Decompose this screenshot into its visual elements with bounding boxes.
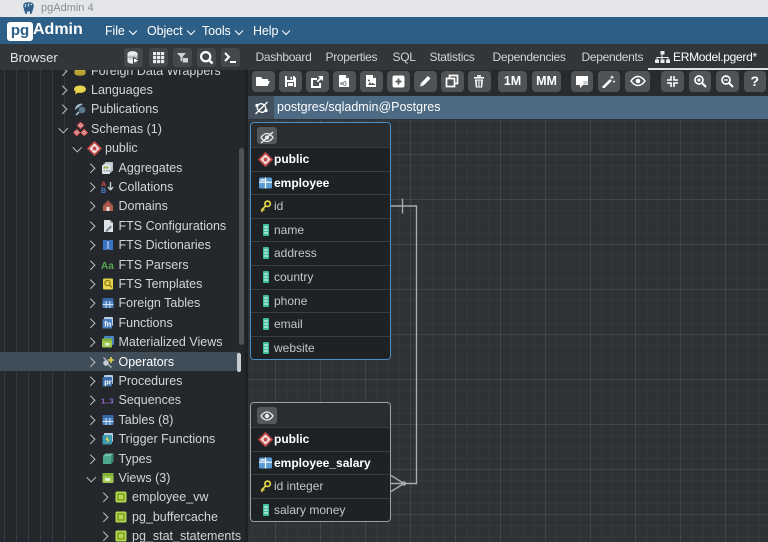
- svg-text:pr: pr: [104, 377, 112, 386]
- svg-text:fn: fn: [104, 319, 111, 328]
- svg-text:Aa: Aa: [101, 261, 114, 272]
- svg-text:s(): s(): [340, 81, 347, 87]
- svg-text:B: B: [101, 188, 106, 194]
- svg-text:1..3: 1..3: [101, 397, 114, 406]
